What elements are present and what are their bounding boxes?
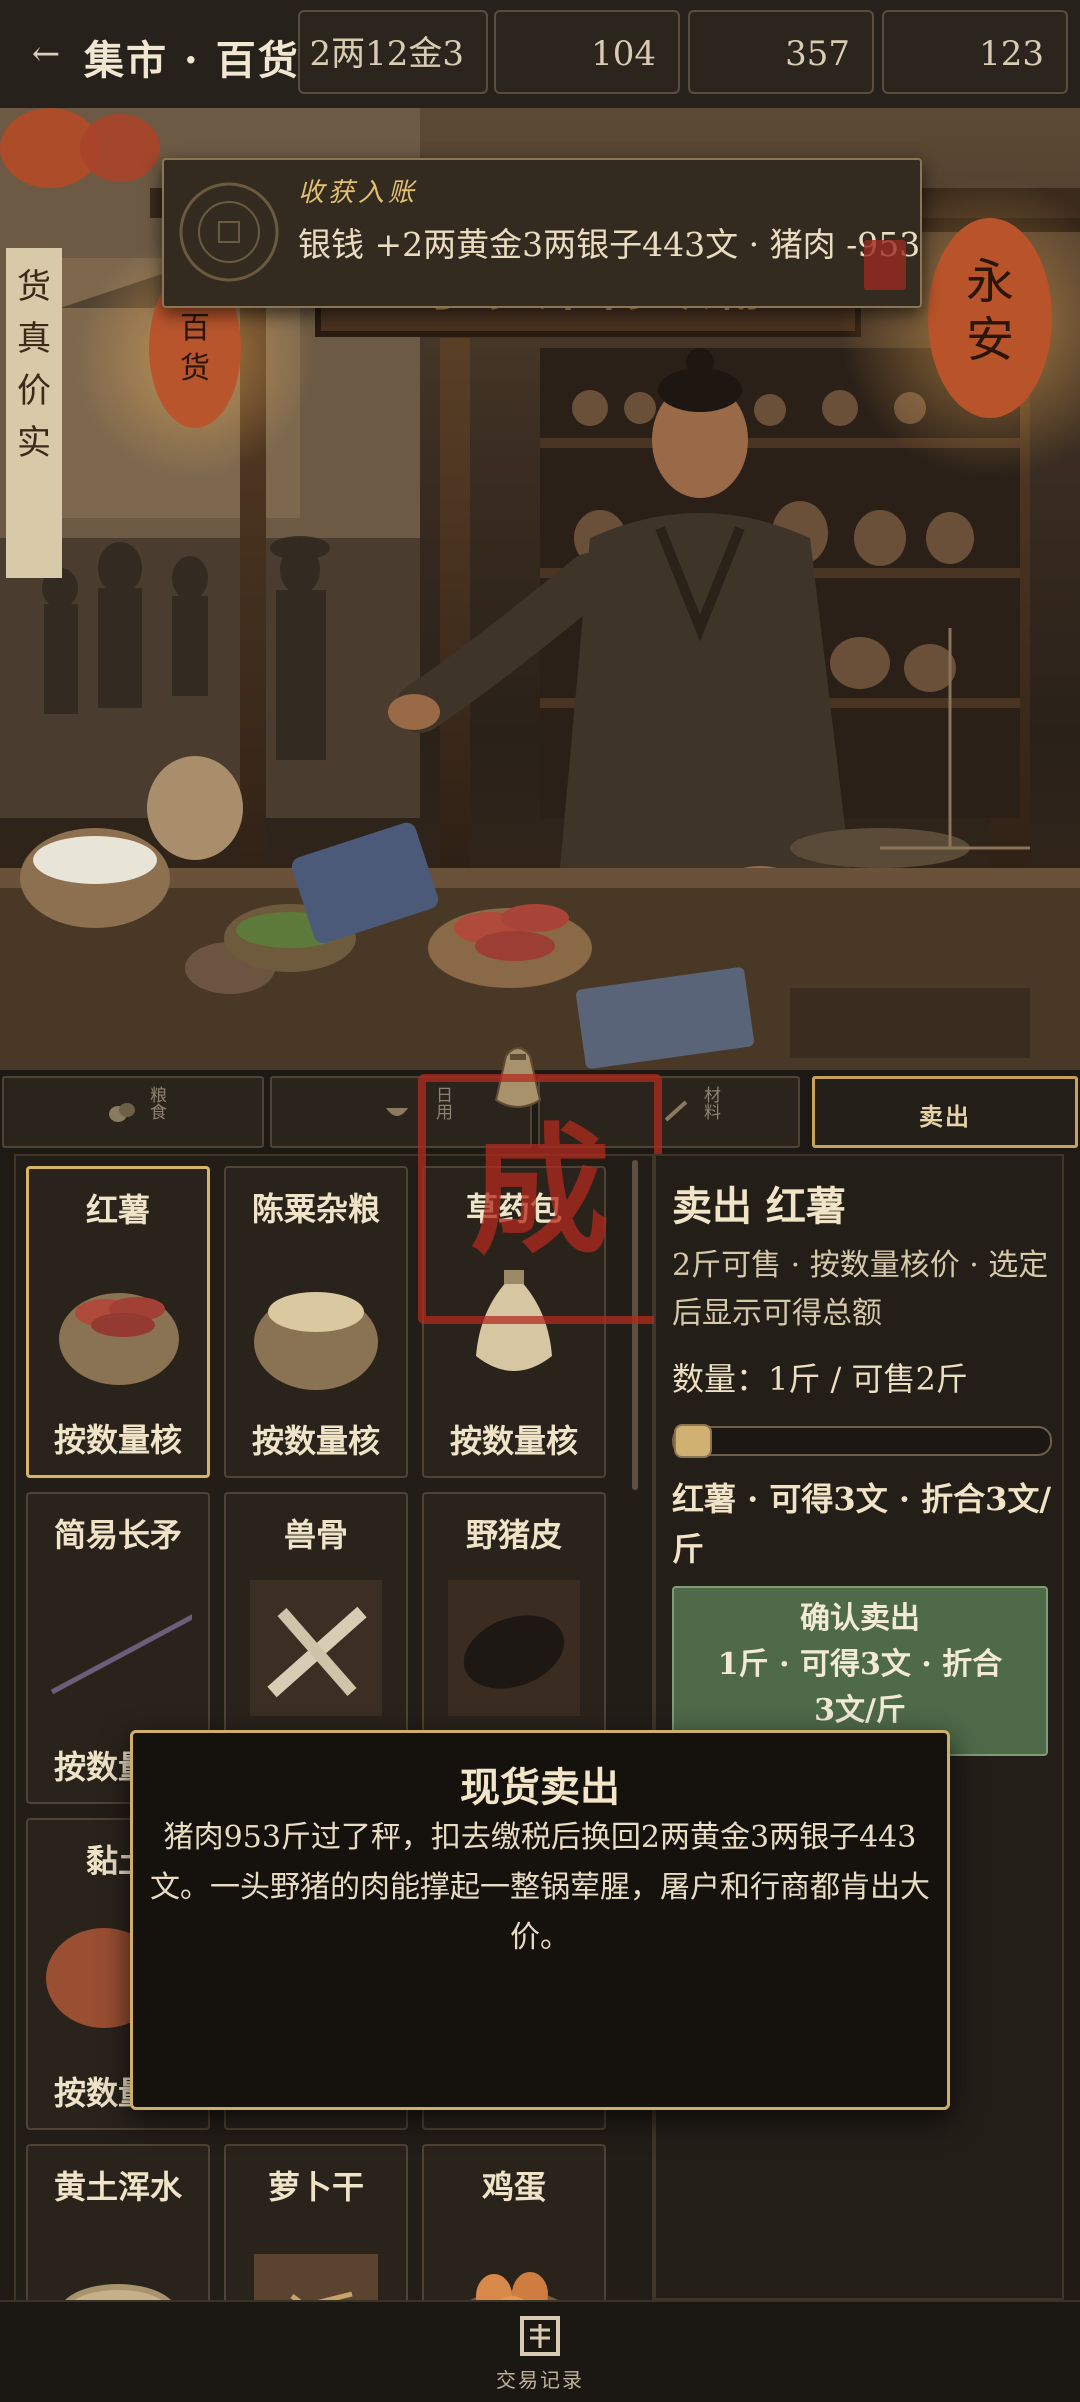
quantity-label: 数量：1斤 / 可售2斤 [672,1360,968,1398]
ledger-icon[interactable] [516,2312,564,2360]
confirm-sell-detail: 1斤 · 可得3文 · 折合3文/斤 [717,1647,1003,1728]
toast-text: 银钱 +2两黄金3两银子443文 · 猪肉 -953 [298,225,921,264]
item-name: 黄土浑水 [53,2168,182,2206]
page-title: 集市 · 百货 [84,37,300,84]
item-name: 野猪皮 [465,1516,562,1554]
item-name: 陈粟杂粮 [251,1190,380,1228]
seal-stamp-icon [864,240,906,290]
sell-title: 卖出 红薯 [672,1183,846,1230]
red-seal-stamp: 成 [418,1074,662,1324]
item-name: 萝卜干 [267,2168,364,2206]
stat-2: 104 [494,10,680,94]
bottom-bar: 交易记录 [0,2300,1080,2402]
item-price: 按数量核 [53,1421,182,1459]
stat-money: 2两12金3银 [298,10,488,158]
sale-dialog[interactable]: 现货卖出 猪肉953斤过了秤，扣去缴税后换回2两黄金3两银子443文。一头野猪的… [130,1730,950,2110]
grain-icon [108,1098,136,1124]
tab-grain[interactable]: 粮食 [2,1076,264,1148]
item-card[interactable]: 陈粟杂粮 按数量核 [224,1166,408,1478]
item-name: 简易长矛 [53,1516,182,1554]
item-card[interactable]: 黄土浑水 [26,2144,210,2302]
item-name: 红薯 [85,1191,150,1229]
dried-radish-icon [254,2254,378,2302]
market-scene: 货真价实 永安百货铺 百货 永安 [0,108,1080,1070]
tab-sell[interactable]: 卖出 [812,1076,1078,1148]
bowl-icon [384,1100,410,1122]
tab-materials-label: 材料 [700,1086,720,1120]
tab-sell-label: 卖出 [919,1102,971,1131]
bones-icon [250,1580,382,1716]
sell-total: 红薯 · 可得3文 · 折合3文/斤 [672,1480,1052,1568]
muddy-water-icon [63,2284,173,2302]
confirm-sell-label: 确认卖出 [800,1601,920,1636]
item-card[interactable]: 鸡蛋 [422,2144,606,2302]
sweet-potato-icon [59,1293,179,1385]
tab-grain-label: 粮食 [146,1086,166,1120]
item-card[interactable]: 红薯 按数量核 [26,1166,210,1478]
dialog-body: 猪肉953斤过了秤，扣去缴税后换回2两黄金3两银子443文。一头野猪的肉能撑起一… [150,1820,930,1955]
spear-icon [50,1614,192,1695]
item-price: 按数量核 [449,1422,578,1460]
item-name: 鸡蛋 [481,2168,546,2206]
eggs-icon [466,2272,562,2302]
item-card[interactable]: 萝卜干 [224,2144,408,2302]
grain-sack-icon [254,1292,378,1390]
quantity-slider[interactable] [672,1426,1052,1456]
boar-hide-icon [448,1580,580,1716]
item-price: 按数量核 [251,1422,380,1460]
trade-log-label[interactable]: 交易记录 [0,2364,1080,2393]
dialog-title: 现货卖出 [460,1764,620,1811]
stat-3: 357 [688,10,874,94]
sell-panel: 卖出 红薯 2斤可售 · 按数量核价 · 选定后显示可得总额 数量：1斤 / 可… [654,1154,1064,2300]
coin-emblem-icon [179,182,279,282]
stat-4: 123 [882,10,1068,94]
sell-description: 2斤可售 · 按数量核价 · 选定后显示可得总额 [672,1248,1049,1331]
top-bar: ← 集市 · 百货 2两12金3银 104 357 123 [0,0,1080,158]
slider-knob[interactable] [674,1424,712,1458]
brush-icon [662,1098,690,1124]
income-toast: 收获入账 银钱 +2两黄金3两银子443文 · 猪肉 -953 [162,158,922,308]
item-name: 兽骨 [283,1516,348,1554]
back-arrow-icon[interactable]: ← [22,30,70,78]
item-grid: 红薯按数量核陈粟杂粮按数量核草药包按数量核简易长矛按数量核兽骨按数量核野猪皮按数… [14,1154,654,2304]
toast-title: 收获入账 [298,178,419,208]
